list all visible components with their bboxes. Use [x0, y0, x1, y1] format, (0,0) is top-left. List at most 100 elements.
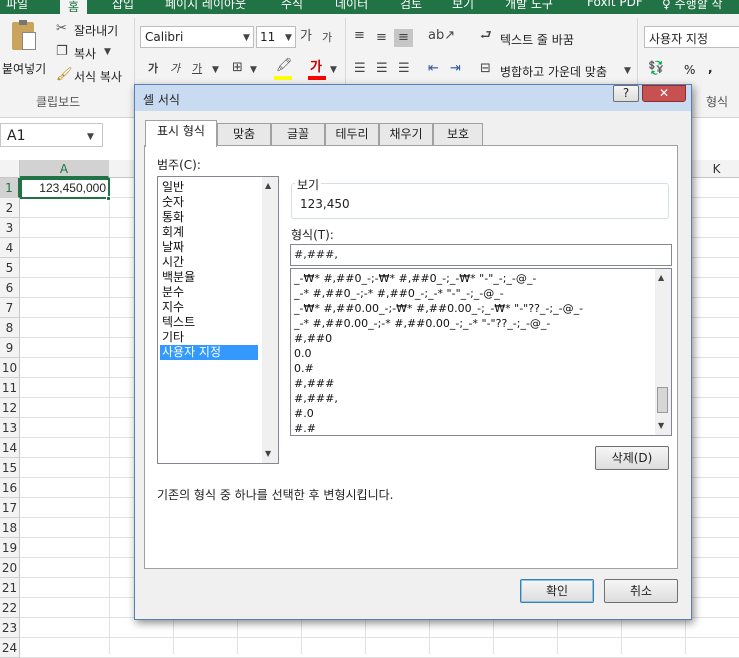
- paste-label[interactable]: 붙여넣기: [2, 60, 46, 77]
- delete-button[interactable]: 삭제(D): [595, 446, 669, 470]
- category-item[interactable]: 숫자: [160, 195, 258, 210]
- category-item[interactable]: 일반: [160, 180, 258, 195]
- row-header[interactable]: 3: [0, 218, 20, 238]
- format-code-item[interactable]: #.0: [294, 406, 314, 421]
- category-list[interactable]: 일반 숫자 통화 회계 날짜 시간 백분율 분수 지수 텍스트 기타 사용자 지정 ▲ ▼: [157, 176, 279, 464]
- category-item[interactable]: 분수: [160, 285, 258, 300]
- increase-indent-icon[interactable]: ⇥: [450, 62, 461, 76]
- row-header[interactable]: 9: [0, 338, 20, 358]
- row-header[interactable]: 15: [0, 458, 20, 478]
- align-bottom-icon[interactable]: ≡: [394, 29, 413, 47]
- category-item[interactable]: 백분율: [160, 270, 258, 285]
- format-code-item[interactable]: #,###: [294, 376, 334, 391]
- align-left-icon[interactable]: ☰: [354, 62, 366, 76]
- scroll-thumb[interactable]: [657, 387, 668, 413]
- tab-foxit-pdf[interactable]: Foxit PDF: [587, 0, 643, 9]
- fill-handle[interactable]: [106, 196, 111, 201]
- wrap-text-button[interactable]: 텍스트 줄 바꿈: [500, 31, 574, 48]
- format-code-item[interactable]: _-* #,##0_-;-* #,##0_-;_-* "-"_-;_-@_-: [294, 286, 504, 301]
- chevron-down-icon[interactable]: ▼: [212, 63, 219, 77]
- border-icon[interactable]: ⊞: [232, 61, 243, 75]
- scroll-up-icon[interactable]: ▲: [658, 271, 664, 285]
- format-code-item[interactable]: _-₩* #,##0_-;-₩* #,##0_-;_-₩* "-"_-;_-@_…: [294, 271, 536, 286]
- column-header-a[interactable]: A: [20, 160, 109, 178]
- format-code-list[interactable]: _-₩* #,##0_-;-₩* #,##0_-;_-₩* "-"_-;_-@_…: [290, 268, 672, 436]
- row-header[interactable]: 17: [0, 498, 20, 518]
- tab-file[interactable]: 파일: [6, 0, 28, 12]
- format-painter-button[interactable]: 서식 복사: [74, 68, 122, 85]
- select-all-corner[interactable]: [0, 160, 20, 178]
- category-item[interactable]: 지수: [160, 300, 258, 315]
- category-item[interactable]: 시간: [160, 255, 258, 270]
- accounting-format-icon[interactable]: 💱: [648, 62, 664, 76]
- format-code-item[interactable]: _-₩* #,##0.00_-;-₩* #,##0.00_-;_-₩* "-"?…: [294, 301, 583, 316]
- cell-a1[interactable]: 123,450,000: [20, 178, 110, 199]
- row-header[interactable]: 7: [0, 298, 20, 318]
- chevron-down-icon[interactable]: ▼: [250, 63, 257, 77]
- paste-button[interactable]: [6, 20, 40, 54]
- tab-data[interactable]: 데이터: [335, 0, 368, 12]
- chevron-down-icon[interactable]: ▼: [104, 45, 111, 59]
- shrink-font-button[interactable]: 가: [322, 31, 332, 45]
- decrease-indent-icon[interactable]: ⇤: [428, 62, 439, 76]
- tab-formulas[interactable]: 수식: [281, 0, 303, 12]
- row-header[interactable]: 5: [0, 258, 20, 278]
- font-color-button[interactable]: 가: [310, 61, 322, 75]
- row-header[interactable]: 6: [0, 278, 20, 298]
- scroll-down-icon[interactable]: ▼: [265, 447, 271, 461]
- cancel-button[interactable]: 취소: [604, 579, 678, 603]
- row-header[interactable]: 19: [0, 538, 20, 558]
- tab-view[interactable]: 보기: [452, 0, 474, 12]
- name-box[interactable]: A1 ▼: [0, 123, 103, 147]
- align-top-icon[interactable]: ≡: [354, 29, 365, 43]
- percent-button[interactable]: %: [684, 63, 695, 77]
- category-item[interactable]: 텍스트: [160, 315, 258, 330]
- copy-button[interactable]: 복사: [74, 45, 96, 62]
- ok-button[interactable]: 확인: [520, 579, 594, 603]
- align-middle-icon[interactable]: ≡: [376, 31, 387, 45]
- row-header[interactable]: 12: [0, 398, 20, 418]
- tell-me-search[interactable]: ♀ 수행할 작: [662, 0, 723, 12]
- row-header[interactable]: 16: [0, 478, 20, 498]
- merge-center-button[interactable]: 병합하고 가운데 맞춤: [500, 63, 607, 80]
- category-item[interactable]: 회계: [160, 225, 258, 240]
- help-button[interactable]: ?: [613, 85, 639, 102]
- format-code-item[interactable]: #,##0: [294, 331, 332, 346]
- column-header-k[interactable]: K: [685, 160, 739, 178]
- row-header[interactable]: 1: [0, 178, 20, 198]
- row-header[interactable]: 22: [0, 598, 20, 618]
- row-header[interactable]: 18: [0, 518, 20, 538]
- format-code-item[interactable]: 0.0: [294, 346, 312, 361]
- format-code-item[interactable]: _-* #,##0.00_-;-* #,##0.00_-;_-* "-"??_-…: [294, 316, 550, 331]
- dialog-title-bar[interactable]: 셀 서식 ? ✕: [135, 85, 691, 111]
- close-icon[interactable]: ✕: [642, 85, 686, 102]
- row-header[interactable]: 4: [0, 238, 20, 258]
- row-header[interactable]: 24: [0, 638, 20, 658]
- scroll-up-icon[interactable]: ▲: [265, 179, 271, 193]
- comma-button[interactable]: ,: [708, 61, 713, 75]
- italic-button[interactable]: 가: [170, 62, 180, 76]
- tab-fill[interactable]: 채우기: [379, 123, 433, 146]
- tab-page-layout[interactable]: 페이지 레이아웃: [165, 0, 246, 12]
- cut-button[interactable]: 잘라내기: [74, 22, 118, 39]
- tab-number[interactable]: 표시 형식: [145, 120, 217, 147]
- row-header[interactable]: 21: [0, 578, 20, 598]
- bold-button[interactable]: 가: [148, 62, 158, 76]
- row-header[interactable]: 11: [0, 378, 20, 398]
- category-item[interactable]: 기타: [160, 330, 258, 345]
- row-header[interactable]: 23: [0, 618, 20, 638]
- row-header[interactable]: 8: [0, 318, 20, 338]
- row-header[interactable]: 13: [0, 418, 20, 438]
- tab-insert[interactable]: 삽입: [112, 0, 134, 12]
- tab-protection[interactable]: 보호: [433, 123, 483, 146]
- category-item[interactable]: 통화: [160, 210, 258, 225]
- fill-color-icon[interactable]: 🖍: [276, 59, 293, 73]
- tab-developer[interactable]: 개발 도구: [505, 0, 553, 12]
- row-header[interactable]: 20: [0, 558, 20, 578]
- align-center-icon[interactable]: ☰: [376, 62, 388, 76]
- tab-review[interactable]: 검토: [400, 0, 422, 12]
- tab-font[interactable]: 글꼴: [271, 123, 325, 146]
- row-header[interactable]: 2: [0, 198, 20, 218]
- row-header[interactable]: 14: [0, 438, 20, 458]
- category-scrollbar[interactable]: ▲ ▼: [262, 177, 278, 463]
